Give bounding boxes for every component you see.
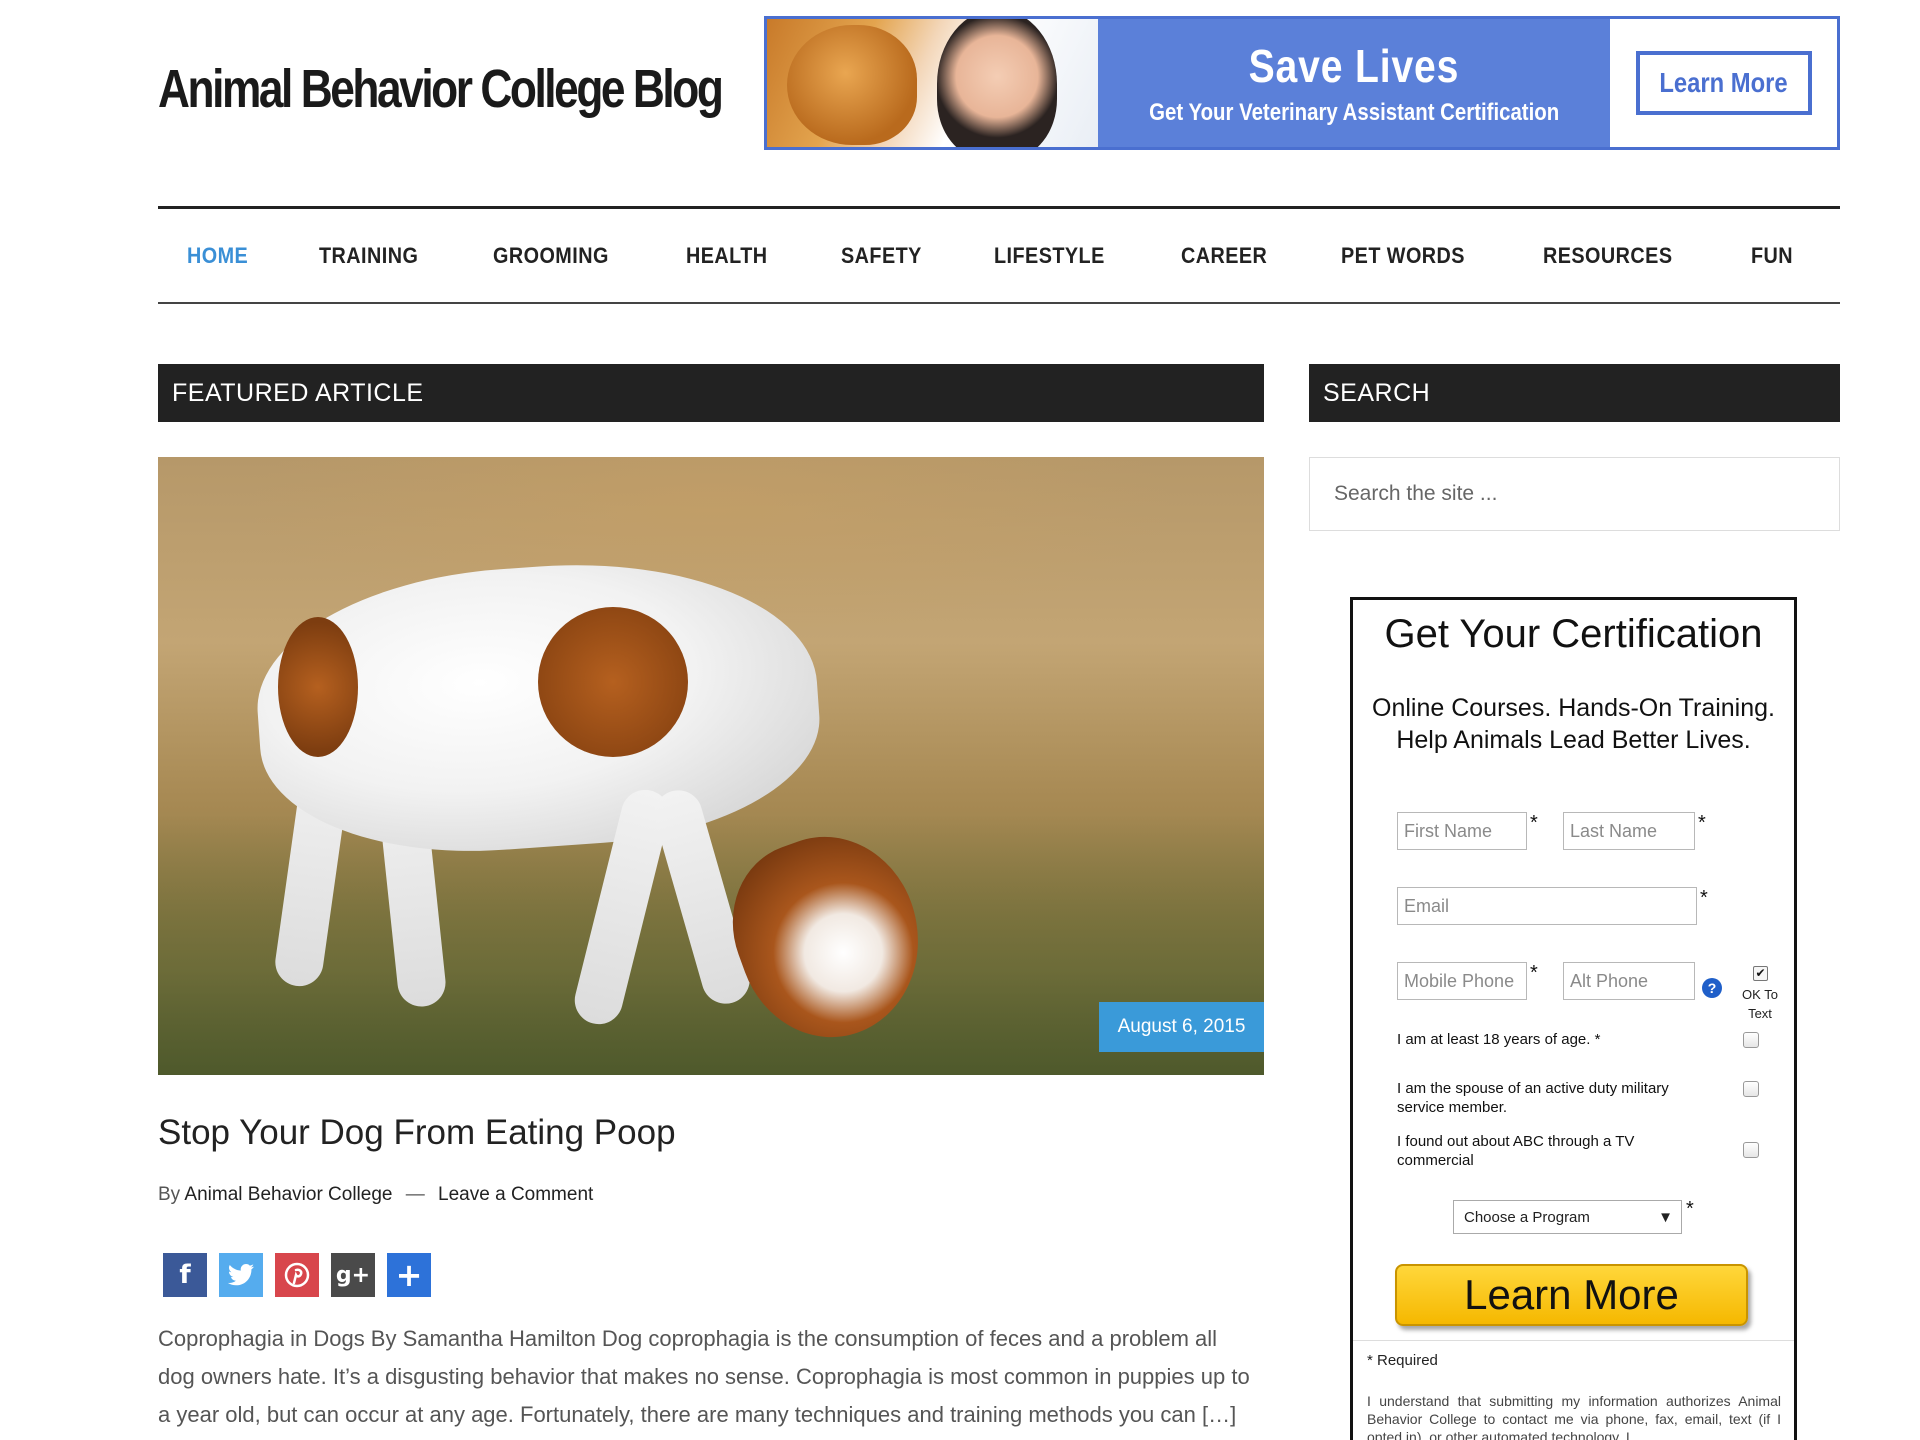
post-date-badge: August 6, 2015 xyxy=(1099,1002,1264,1052)
ad-vet-image xyxy=(937,19,1057,147)
required-mark: * xyxy=(1698,812,1706,834)
learn-more-button[interactable]: Learn More xyxy=(1395,1264,1748,1326)
cert-form-subtitle: Online Courses. Hands-On Training. Help … xyxy=(1353,692,1794,756)
nav-item-training[interactable]: TRAINING xyxy=(319,243,418,269)
required-mark: * xyxy=(1686,1198,1694,1220)
nav-item-grooming[interactable]: GROOMING xyxy=(493,243,609,269)
add-share-icon[interactable]: + xyxy=(387,1253,431,1297)
cert-subtitle-line2: Help Animals Lead Better Lives. xyxy=(1396,726,1751,754)
cert-form-title: Get Your Certification xyxy=(1384,612,1763,656)
ad-learn-more-button[interactable]: Learn More xyxy=(1635,51,1812,115)
program-select-value: Choose a Program xyxy=(1464,1208,1590,1226)
nav-item-resources[interactable]: RESOURCES xyxy=(1543,243,1672,269)
ad-banner[interactable]: Save Lives Get Your Veterinary Assistant… xyxy=(764,16,1840,150)
post-meta: By Animal Behavior College — Leave a Com… xyxy=(158,1184,593,1206)
ad-dog-image xyxy=(787,25,917,145)
featured-image[interactable] xyxy=(158,457,1264,1075)
tv-checkbox[interactable] xyxy=(1743,1142,1759,1158)
alt-phone-field[interactable] xyxy=(1563,962,1695,1000)
post-excerpt: Coprophagia in Dogs By Samantha Hamilton… xyxy=(158,1326,1250,1427)
nav-item-fun[interactable]: FUN xyxy=(1751,243,1793,269)
first-name-field[interactable] xyxy=(1397,812,1527,850)
google-plus-icon[interactable]: g+ xyxy=(331,1253,375,1297)
ad-headline: Save Lives xyxy=(1248,40,1460,92)
consent-disclaimer: I understand that submitting my informat… xyxy=(1367,1393,1781,1440)
post-title[interactable]: Stop Your Dog From Eating Poop xyxy=(158,1113,676,1153)
author-link[interactable]: Animal Behavior College xyxy=(184,1184,392,1205)
ad-copy: Save Lives Get Your Veterinary Assistant… xyxy=(1098,19,1610,147)
ad-learn-more-label: Learn More xyxy=(1659,67,1788,98)
facebook-icon[interactable]: f xyxy=(163,1253,207,1297)
nav-item-safety[interactable]: SAFETY xyxy=(841,243,922,269)
site-title[interactable]: Animal Behavior College Blog xyxy=(158,58,724,120)
certification-form: Get Your Certification Online Courses. H… xyxy=(1350,597,1797,1440)
ad-subline: Get Your Veterinary Assistant Certificat… xyxy=(1148,99,1560,126)
required-mark: * xyxy=(1530,962,1538,984)
cert-subtitle-line1: Online Courses. Hands-On Training. xyxy=(1372,694,1775,722)
nav-item-lifestyle[interactable]: LIFESTYLE xyxy=(994,243,1105,269)
featured-article-heading: FEATURED ARTICLE xyxy=(158,364,1264,422)
age-checkbox[interactable] xyxy=(1743,1032,1759,1048)
nav-item-pet-words[interactable]: PET WORDS xyxy=(1341,243,1465,269)
search-input[interactable] xyxy=(1309,457,1840,531)
last-name-field[interactable] xyxy=(1563,812,1695,850)
email-field[interactable] xyxy=(1397,887,1697,925)
nav-item-health[interactable]: HEALTH xyxy=(686,243,768,269)
search-heading: SEARCH xyxy=(1309,364,1840,422)
dog-patch xyxy=(538,607,688,757)
ok-to-text-checkbox[interactable]: ✔ xyxy=(1753,966,1768,981)
required-mark: * xyxy=(1530,812,1538,834)
required-mark: * xyxy=(1700,887,1708,909)
dropdown-arrow-icon: ▼ xyxy=(1658,1208,1673,1226)
required-note: * Required xyxy=(1367,1352,1438,1369)
program-select[interactable]: Choose a Program ▼ xyxy=(1453,1200,1682,1234)
nav-item-home[interactable]: HOME xyxy=(187,243,248,269)
ad-cta-area: Learn More xyxy=(1610,19,1837,147)
share-buttons: f g+ + xyxy=(163,1253,431,1297)
nav-item-career[interactable]: CAREER xyxy=(1181,243,1267,269)
military-question: I am the spouse of an active duty milita… xyxy=(1397,1080,1669,1116)
leave-comment-link[interactable]: Leave a Comment xyxy=(438,1184,593,1205)
meta-by: By xyxy=(158,1184,181,1205)
dog-patch xyxy=(278,617,358,757)
mobile-phone-field[interactable] xyxy=(1397,962,1527,1000)
ok-to-text-label: OK To Text xyxy=(1742,987,1778,1021)
help-icon[interactable]: ? xyxy=(1702,978,1722,998)
main-nav: HOME TRAINING GROOMING HEALTH SAFETY LIF… xyxy=(158,206,1840,304)
meta-separator: — xyxy=(405,1184,425,1205)
twitter-icon[interactable] xyxy=(219,1253,263,1297)
form-divider xyxy=(1353,1340,1794,1341)
tv-question: I found out about ABC through a TV comme… xyxy=(1397,1133,1635,1169)
pinterest-icon[interactable] xyxy=(275,1253,319,1297)
age-question: I am at least 18 years of age. * xyxy=(1397,1031,1601,1048)
ad-photo-dog-and-vet xyxy=(767,19,1098,147)
military-checkbox[interactable] xyxy=(1743,1081,1759,1097)
